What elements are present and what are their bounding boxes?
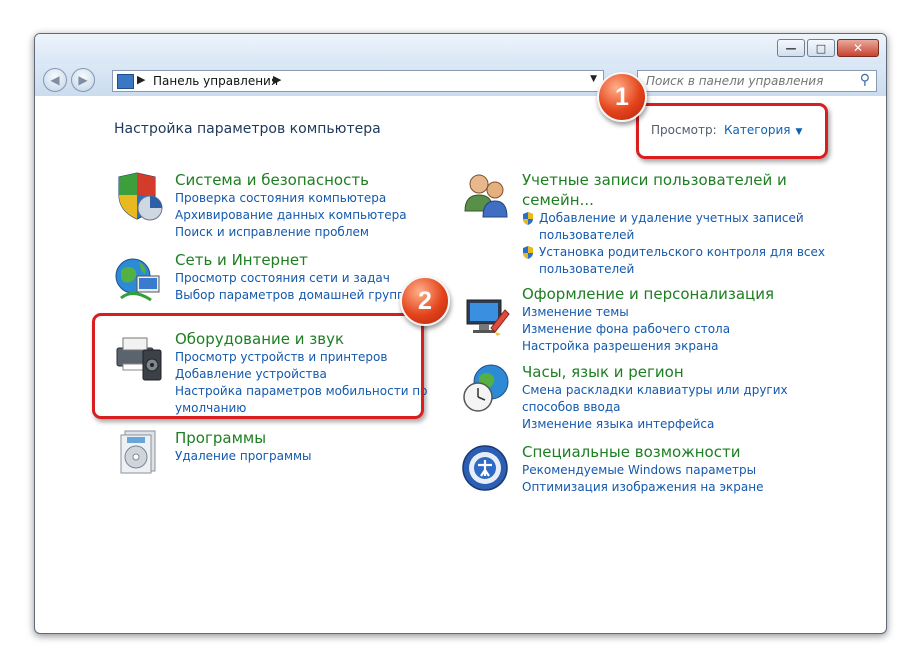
search-box[interactable]: ⚲ xyxy=(637,70,877,92)
category-network-internet: Сеть и Интернет Просмотр состояния сети … xyxy=(175,250,426,304)
category-title[interactable]: Часы, язык и регион xyxy=(522,362,788,382)
link-keyboard-layout-cont[interactable]: способов ввода xyxy=(522,399,788,416)
category-system-security: Система и безопасность Проверка состояни… xyxy=(175,170,407,241)
close-button[interactable]: ✕ xyxy=(837,39,879,57)
annotation-badge-1: 1 xyxy=(597,72,647,122)
link-screen-resolution[interactable]: Настройка разрешения экрана xyxy=(522,338,774,355)
forward-button[interactable]: ▶ xyxy=(71,68,95,92)
search-input[interactable] xyxy=(644,73,848,89)
link-parental-controls-cont[interactable]: пользователей xyxy=(522,261,825,278)
address-bar[interactable]: ▶ Панель управления ▶ ▼ xyxy=(112,70,604,92)
link-text[interactable]: Добавление и удаление учетных записей xyxy=(539,211,804,225)
close-icon: ✕ xyxy=(852,41,864,55)
back-arrow-icon: ◀ xyxy=(50,73,60,87)
link-text[interactable]: Установка родительского контроля для все… xyxy=(539,245,825,259)
category-user-accounts: Учетные записи пользователей и семейн...… xyxy=(522,170,825,278)
link-optimize-display[interactable]: Оптимизация изображения на экране xyxy=(522,479,763,496)
category-title[interactable]: Учетные записи пользователей и xyxy=(522,170,825,190)
annotation-highlight-hardware xyxy=(92,313,424,419)
title-bar: — □ ✕ xyxy=(35,34,886,64)
programs-icon xyxy=(120,430,156,474)
appearance-monitor-icon xyxy=(466,299,510,336)
category-title[interactable]: Сеть и Интернет xyxy=(175,250,426,270)
link-change-background[interactable]: Изменение фона рабочего стола xyxy=(522,321,774,338)
page-title: Настройка параметров компьютера xyxy=(114,121,381,137)
minimize-button[interactable]: — xyxy=(777,39,805,57)
user-accounts-icon xyxy=(464,174,508,218)
chevron-right-icon[interactable]: ▶ xyxy=(137,73,145,86)
maximize-icon: □ xyxy=(815,41,827,55)
link-parental-controls[interactable]: Установка родительского контроля для все… xyxy=(522,244,825,261)
link-display-language[interactable]: Изменение языка интерфейса xyxy=(522,416,788,433)
category-programs: Программы Удаление программы xyxy=(175,428,312,465)
search-icon[interactable]: ⚲ xyxy=(860,72,870,88)
security-shield-icon xyxy=(118,172,163,221)
history-dropdown-icon[interactable]: ▼ xyxy=(590,74,597,84)
link-check-status[interactable]: Проверка состояния компьютера xyxy=(175,190,407,207)
link-homegroup[interactable]: Выбор параметров домашней группы и xyxy=(175,287,426,304)
category-ease-of-access: Специальные возможности Рекомендуемые Wi… xyxy=(522,442,763,496)
uac-shield-icon xyxy=(523,212,533,225)
link-keyboard-layout[interactable]: Смена раскладки клавиатуры или других xyxy=(522,382,788,399)
category-appearance: Оформление и персонализация Изменение те… xyxy=(522,284,774,355)
link-troubleshoot[interactable]: Поиск и исправление проблем xyxy=(175,224,407,241)
category-clock-region: Часы, язык и регион Смена раскладки клав… xyxy=(522,362,788,433)
control-panel-icon xyxy=(117,74,134,89)
category-title[interactable]: Оформление и персонализация xyxy=(522,284,774,304)
network-globe-icon xyxy=(115,258,160,302)
link-change-theme[interactable]: Изменение темы xyxy=(522,304,774,321)
forward-arrow-icon: ▶ xyxy=(78,73,88,87)
category-title[interactable]: Система и безопасность xyxy=(175,170,407,190)
uac-shield-icon xyxy=(523,246,533,259)
ease-of-access-icon xyxy=(462,445,508,491)
category-title[interactable]: Программы xyxy=(175,428,312,448)
annotation-badge-2: 2 xyxy=(400,276,450,326)
link-add-remove-accounts[interactable]: Добавление и удаление учетных записей xyxy=(522,210,825,227)
maximize-button[interactable]: □ xyxy=(807,39,835,57)
link-recommended-settings[interactable]: Рекомендуемые Windows параметры xyxy=(522,462,763,479)
category-title-cont[interactable]: семейн... xyxy=(522,190,825,210)
link-backup[interactable]: Архивирование данных компьютера xyxy=(175,207,407,224)
minimize-icon: — xyxy=(785,41,797,55)
link-uninstall-program[interactable]: Удаление программы xyxy=(175,448,312,465)
back-button[interactable]: ◀ xyxy=(43,68,67,92)
breadcrumb-control-panel[interactable]: Панель управления xyxy=(153,74,278,88)
link-add-remove-accounts-cont[interactable]: пользователей xyxy=(522,227,825,244)
clock-globe-icon xyxy=(463,364,509,412)
annotation-highlight-view xyxy=(636,103,828,159)
link-network-status[interactable]: Просмотр состояния сети и задач xyxy=(175,270,426,287)
chevron-right-icon[interactable]: ▶ xyxy=(273,73,281,86)
category-title[interactable]: Специальные возможности xyxy=(522,442,763,462)
navigation-bar: ◀ ▶ ▶ Панель управления ▶ ▼ ⟳ ⚲ xyxy=(35,64,886,96)
